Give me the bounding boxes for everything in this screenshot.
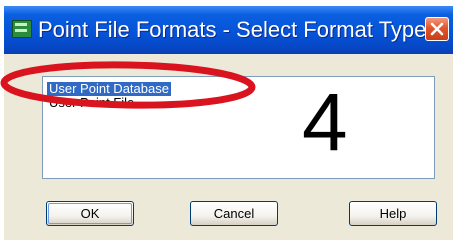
close-icon xyxy=(430,22,444,36)
point-file-formats-dialog: Point File Formats - Select Format Type … xyxy=(4,6,453,240)
format-type-list[interactable]: User Point Database User Point File xyxy=(42,76,435,179)
list-item-user-point-file[interactable]: User Point File xyxy=(47,96,136,110)
help-button[interactable]: Help xyxy=(349,201,437,226)
cancel-button[interactable]: Cancel xyxy=(190,201,278,226)
title-bar[interactable]: Point File Formats - Select Format Type xyxy=(4,6,453,54)
point-file-icon xyxy=(12,20,32,38)
list-item-user-point-database[interactable]: User Point Database xyxy=(47,82,171,96)
dialog-title: Point File Formats - Select Format Type xyxy=(38,17,427,42)
step-number-annotation: 4 xyxy=(302,77,348,168)
close-button[interactable] xyxy=(425,17,449,41)
ok-button[interactable]: OK xyxy=(46,201,134,226)
